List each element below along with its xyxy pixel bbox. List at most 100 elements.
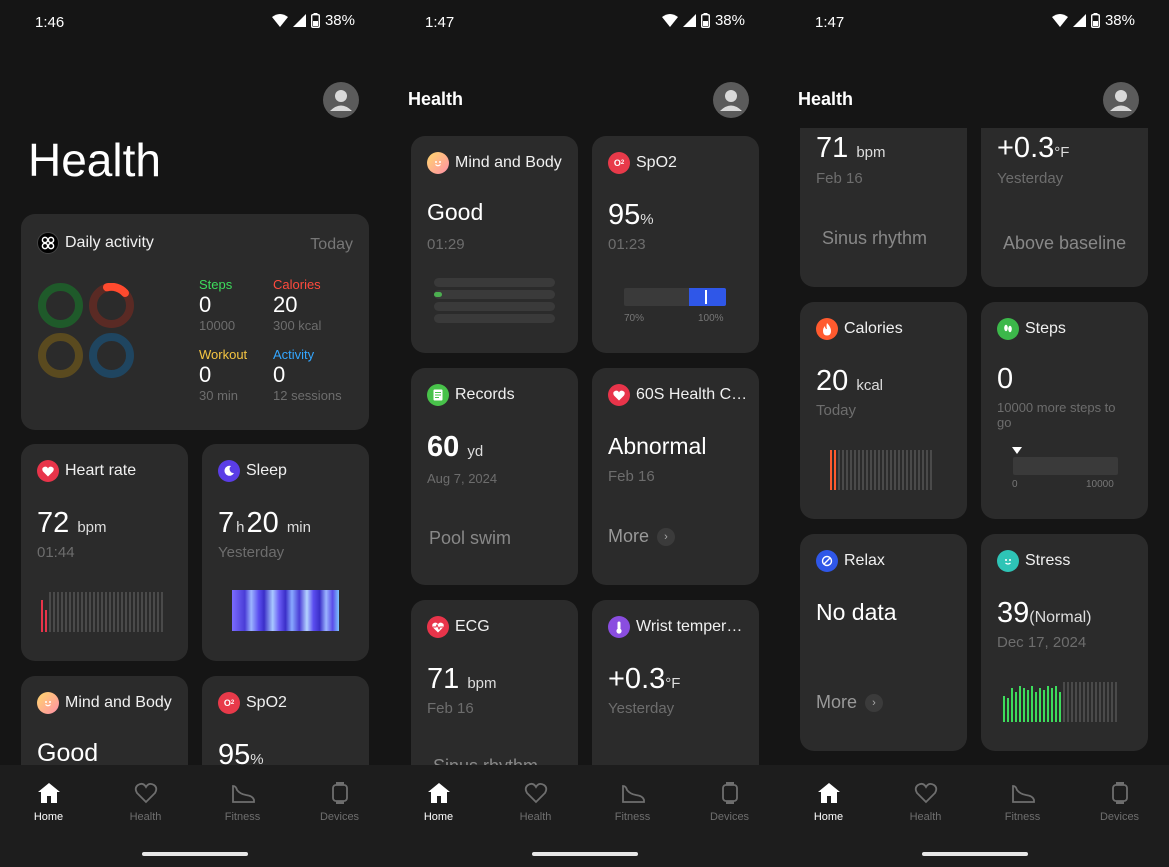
chart-bar <box>1063 682 1065 722</box>
heart-rate-title: Heart rate <box>65 462 137 479</box>
home-indicator <box>922 852 1028 856</box>
nav-devices[interactable]: Devices <box>681 779 778 823</box>
relax-card[interactable]: Relax No data More › <box>800 534 967 751</box>
chart-bar <box>41 600 43 632</box>
workout-label: Workout <box>199 347 248 362</box>
nav-fitness[interactable]: Fitness <box>194 779 291 823</box>
steps-goal: 10000 <box>199 318 236 333</box>
chart-bar <box>1083 682 1085 722</box>
chart-bar <box>906 450 908 490</box>
signal-icon <box>1072 14 1086 27</box>
mind-body-time: 01:29 <box>427 236 465 253</box>
triangle-marker-icon <box>1012 447 1022 454</box>
nav-health[interactable]: Health <box>877 779 974 823</box>
status-bar: 1:47 38% <box>780 0 1169 44</box>
chart-bar <box>149 592 151 632</box>
wrist-temp-card[interactable]: Wrist temper… +0.3°F Yesterday <box>592 600 759 765</box>
calories-card[interactable]: Calories 20 kcal Today <box>800 302 967 519</box>
ecg-date: Feb 16 <box>427 700 474 717</box>
relax-more-link[interactable]: More › <box>816 692 884 713</box>
heart-outline-icon <box>134 782 157 804</box>
nav-home-label: Home <box>813 811 844 823</box>
chart-bar <box>1091 682 1093 722</box>
wrist-temp-card[interactable]: +0.3°F Yesterday Above baseline <box>981 128 1148 287</box>
heart-icon <box>37 460 59 482</box>
nav-health[interactable]: Health <box>487 779 584 823</box>
calories-value: 20 <box>273 292 298 317</box>
calories-progress-arc <box>103 283 129 297</box>
shoe-icon <box>621 785 645 803</box>
chart-bar <box>85 592 87 632</box>
stress-card[interactable]: Stress 39(Normal) Dec 17, 2024 <box>981 534 1148 751</box>
heart-rate-unit: bpm <box>77 519 107 536</box>
watch-icon <box>1111 782 1128 804</box>
nav-fitness-label: Fitness <box>224 811 261 823</box>
home-icon <box>427 783 450 803</box>
spo2-scale-low: 70% <box>624 313 645 324</box>
nav-devices[interactable]: Devices <box>291 779 388 823</box>
spo2-unit: % <box>640 211 654 228</box>
steps-scale-low: 0 <box>1012 479 1018 490</box>
footprints-icon <box>997 318 1019 340</box>
chart-bar <box>838 450 840 490</box>
status-time: 1:47 <box>815 14 845 31</box>
nav-home[interactable]: Home <box>780 779 877 823</box>
nav-home-label: Home <box>423 811 454 823</box>
heart-rate-value: 72 <box>37 507 70 539</box>
mind-body-card[interactable]: Mind and Body Good 01:29 <box>411 136 578 353</box>
person-icon <box>720 90 742 111</box>
heart-rate-card[interactable]: Heart rate 72 bpm 01:44 <box>21 444 188 661</box>
ecg-unit: bpm <box>856 144 886 161</box>
watch-icon <box>331 782 348 804</box>
ecg-card[interactable]: 71 bpm Feb 16 Sinus rhythm <box>800 128 967 287</box>
daily-activity-card[interactable]: Daily activity Today Steps 0 10000 Calor… <box>21 214 369 430</box>
mind-body-title: Mind and Body <box>65 694 172 711</box>
records-card[interactable]: Records 60 yd Aug 7, 2024 Pool swim <box>411 368 578 585</box>
profile-avatar[interactable] <box>713 82 749 118</box>
spo2-card[interactable]: O2 SpO2 95% 01:23 70% 100% <box>592 136 759 353</box>
nav-devices[interactable]: Devices <box>1071 779 1168 823</box>
ecg-card[interactable]: ECG 71 bpm Feb 16 Sinus rhythm <box>411 600 578 765</box>
nav-home[interactable]: Home <box>0 779 97 823</box>
ecg-status: Sinus rhythm <box>822 228 928 248</box>
sleep-card[interactable]: Sleep 7 h20 min Yesterday <box>202 444 369 661</box>
home-indicator <box>142 852 248 856</box>
nav-home[interactable]: Home <box>390 779 487 823</box>
moon-icon <box>218 460 240 482</box>
steps-title: Steps <box>1025 320 1066 337</box>
nav-health[interactable]: Health <box>97 779 194 823</box>
workout-goal: 30 min <box>199 388 239 403</box>
relax-icon <box>816 550 838 572</box>
nav-fitness[interactable]: Fitness <box>974 779 1071 823</box>
chart-bar <box>846 450 848 490</box>
steps-ring <box>38 283 83 328</box>
steps-card[interactable]: Steps 0 10000 more steps to go 0 10000 <box>981 302 1148 519</box>
chart-bar <box>113 592 115 632</box>
chevron-right-icon: › <box>865 693 884 712</box>
health-check-more-link[interactable]: More › <box>608 526 676 547</box>
chart-bar <box>1031 686 1033 722</box>
chart-bar <box>1071 682 1073 722</box>
records-value: 60 <box>427 431 460 463</box>
chart-bar <box>902 450 904 490</box>
nav-fitness[interactable]: Fitness <box>584 779 681 823</box>
signal-icon <box>682 14 696 27</box>
more-label: More <box>816 692 858 712</box>
health-check-card[interactable]: 60S Health C… Abnormal Feb 16 More › <box>592 368 759 585</box>
steps-remaining: 10000 more steps to go <box>997 400 1116 430</box>
health-check-value: Abnormal <box>608 433 707 459</box>
home-indicator <box>532 852 638 856</box>
mind-body-card[interactable]: Mind and Body Good <box>21 676 188 765</box>
spo2-card[interactable]: O2 SpO2 95% <box>202 676 369 765</box>
chart-bar <box>1103 682 1105 722</box>
profile-avatar[interactable] <box>1103 82 1139 118</box>
chart-bar <box>57 592 59 632</box>
smiley-icon <box>427 152 449 174</box>
page-title: Health <box>408 89 464 109</box>
nav-health-label: Health <box>129 811 162 823</box>
chart-bar <box>161 592 163 632</box>
calories-label: Calories <box>273 277 321 292</box>
chart-bar <box>157 592 159 632</box>
chart-bar <box>101 592 103 632</box>
mind-body-value: Good <box>427 199 484 225</box>
